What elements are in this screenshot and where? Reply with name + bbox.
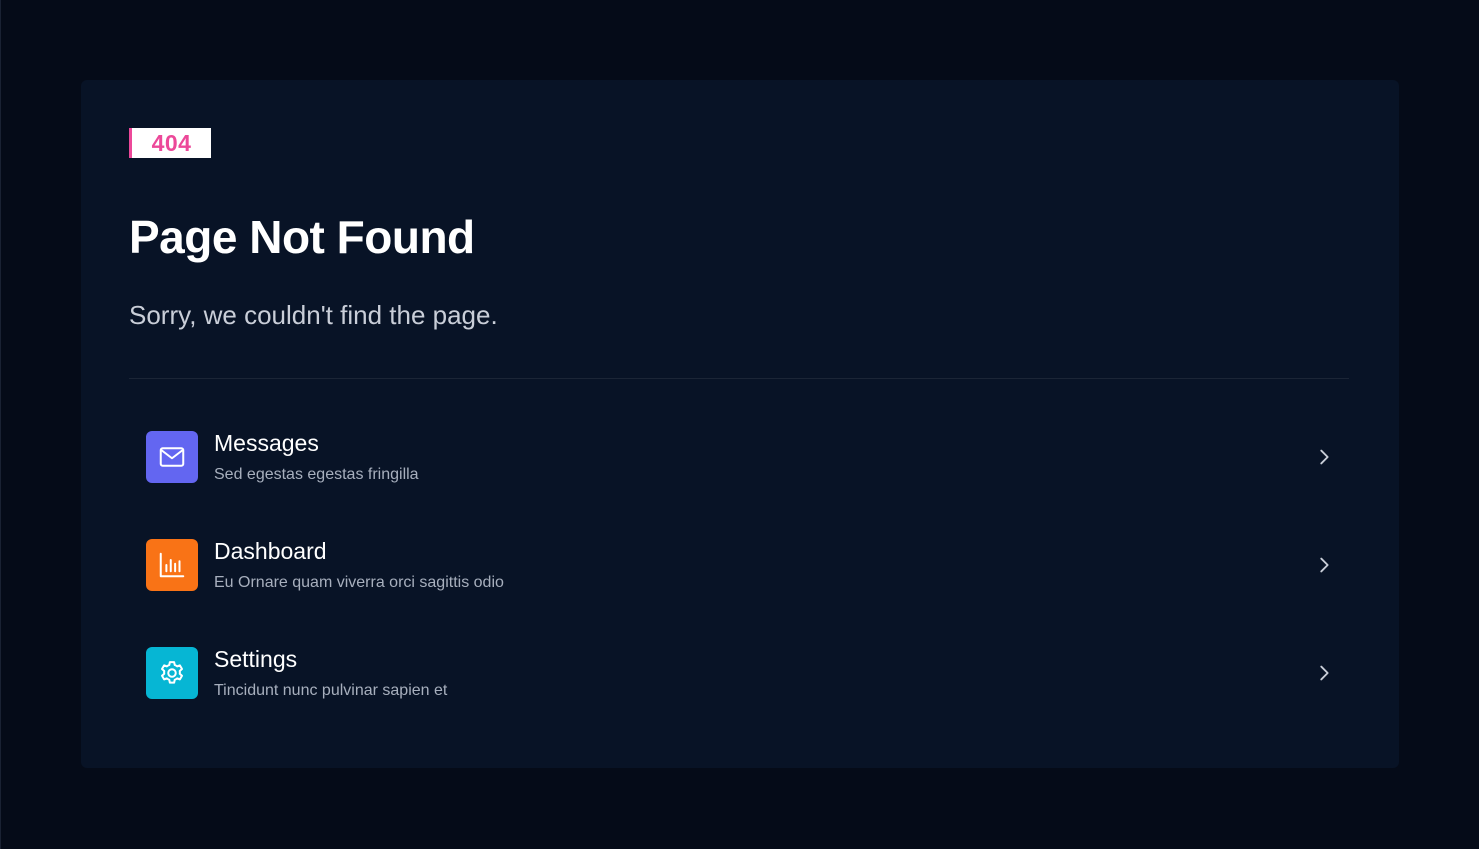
page-title: Page Not Found [129,211,475,263]
divider [129,378,1349,379]
link-title: Dashboard [214,538,327,564]
chevron-right-icon [1320,449,1329,465]
quick-links-list: Messages Sed egestas egestas fringilla D… [129,414,1349,738]
link-title: Messages [214,430,319,456]
link-description: Eu Ornare quam viverra orci sagittis odi… [214,574,504,591]
link-description: Tincidunt nunc pulvinar sapien et [214,682,448,699]
error-code-badge: 404 [129,128,211,158]
link-dashboard[interactable]: Dashboard Eu Ornare quam viverra orci sa… [129,522,1349,630]
link-messages[interactable]: Messages Sed egestas egestas fringilla [129,414,1349,522]
gear-icon [146,647,198,699]
chevron-right-icon [1320,557,1329,573]
chart-bar-icon [146,539,198,591]
envelope-icon [146,431,198,483]
link-description: Sed egestas egestas fringilla [214,466,419,483]
chevron-right-icon [1320,665,1329,681]
error-message: Sorry, we couldn't find the page. [129,300,498,330]
not-found-card: 404 Page Not Found Sorry, we couldn't fi… [81,80,1399,768]
link-title: Settings [214,646,298,672]
link-settings[interactable]: Settings Tincidunt nunc pulvinar sapien … [129,630,1349,738]
page: 404 Page Not Found Sorry, we couldn't fi… [0,0,1479,849]
error-code: 404 [151,129,192,156]
